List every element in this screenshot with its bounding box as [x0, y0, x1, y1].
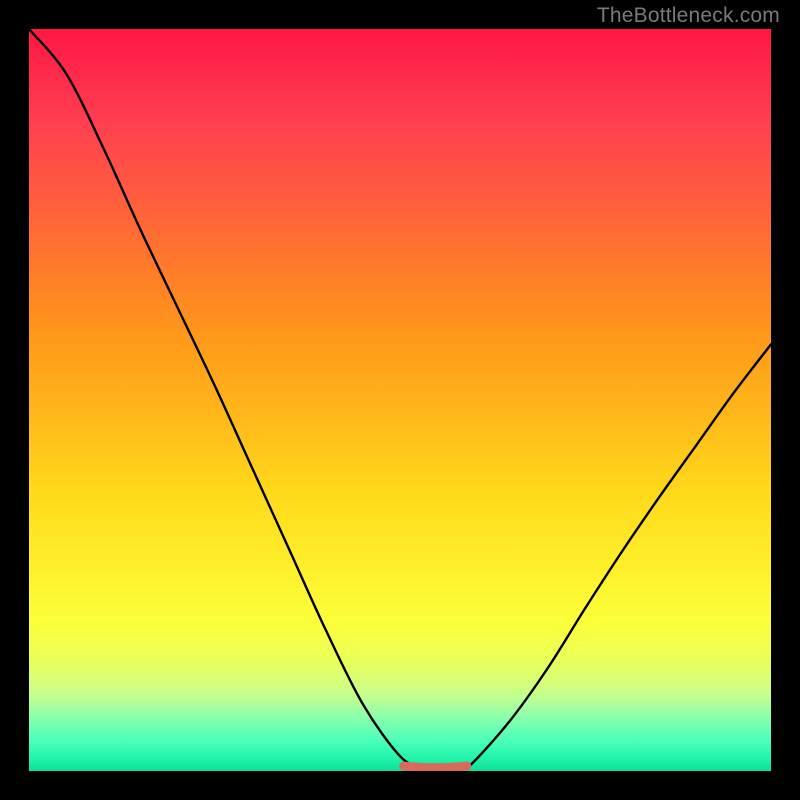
bottom-accent-path	[404, 766, 467, 768]
bottleneck-curve-path	[29, 29, 771, 768]
chart-frame: TheBottleneck.com	[0, 0, 800, 800]
watermark-text: TheBottleneck.com	[597, 4, 780, 28]
chart-svg-layer	[29, 29, 771, 771]
